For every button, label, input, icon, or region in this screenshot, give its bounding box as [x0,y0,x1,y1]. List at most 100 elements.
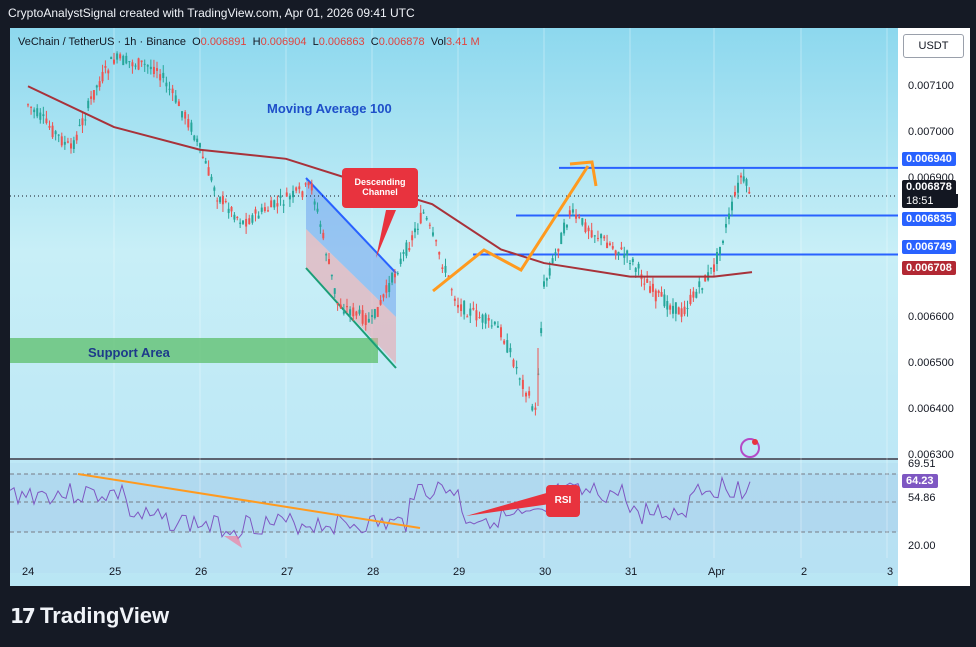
candle-body [663,294,666,307]
candle-body [27,104,29,106]
candle-body [313,201,316,205]
candle-body [345,306,348,308]
candle-body [606,242,609,249]
level-high-label: 0.006940 [902,152,956,166]
candle-body [734,191,736,196]
candle-body [116,53,119,60]
currency-button[interactable]: USDT [903,34,964,58]
candle-body [543,281,545,287]
candle-body [603,236,606,239]
candle-body [282,204,285,206]
candle-body [563,222,566,234]
candle-body [107,70,110,74]
candle-body [584,222,587,233]
candle-body [500,327,502,338]
candle-body [292,190,295,198]
candle-body [419,212,422,224]
candle-body [216,200,219,202]
rsi-tick: 20.00 [908,540,936,552]
candle-body [677,307,680,315]
candle-body [322,232,325,239]
price-axis[interactable]: 0.007100 0.007000 0.006900 0.006600 0.00… [902,28,970,586]
candle-body [466,316,469,318]
candle-body [629,263,631,265]
candle-body [233,214,236,220]
low-value: 0.006863 [318,36,365,48]
candle-body [545,278,548,281]
candle-body [260,207,263,212]
candle-body [560,232,563,245]
candle-body [174,95,177,103]
candle-body [204,160,207,164]
candle-body [361,310,364,324]
candle-body [453,298,456,301]
volume-label: Vol [430,36,447,48]
candle-body [72,140,75,150]
candle-body [428,224,431,226]
candle-body [349,309,352,316]
candle-body [39,112,42,120]
support-area-annotation: Support Area [88,345,170,360]
current-price-label: 0.006878 [902,180,956,194]
candle-body [230,207,233,212]
time-tick-30: 30 [539,566,552,578]
level-mid-label: 0.006835 [902,212,956,226]
candle-body [51,125,54,138]
candle-body [137,58,140,70]
candle-body [701,288,704,290]
candle-body [156,68,158,71]
candle-body [528,391,531,396]
candle-body [487,317,490,321]
candle-body [654,290,657,302]
candle-body [70,143,72,149]
rsi-band [10,474,898,532]
candle-body [87,100,90,109]
candle-body [248,218,251,225]
candle-body [649,286,652,293]
candle-body [279,195,282,198]
candle-body [224,200,227,203]
candle-body [396,273,399,275]
candle-body [273,200,276,208]
candle-body [92,90,95,100]
candle-body [146,65,149,67]
level-low-label: 0.006749 [902,240,956,254]
candle-body [643,283,646,285]
candle-body [575,214,578,219]
plot-area[interactable]: VeChain / TetherUS · 1h · Binance O0.006… [10,28,898,586]
support-area-box [10,338,378,363]
candle-body [686,308,689,310]
candle-body [242,220,244,224]
candle-body [119,54,122,59]
candle-body [104,66,107,68]
candle-body [371,315,373,317]
tv-logo-text: TradingView [39,603,170,628]
candle-body [698,281,701,288]
candle-body [484,314,487,324]
candle-body [48,125,51,128]
candle-body [171,88,174,94]
open-label: O [192,36,201,48]
candle-body [177,101,180,107]
candle-body [571,209,574,213]
candle-body [30,106,33,108]
candle-body [310,183,313,191]
candle-body [431,232,434,236]
candle-body [748,191,751,194]
candle-body [227,208,230,214]
time-tick-24: 24 [22,566,35,578]
candle-body [245,218,248,227]
candle-body [382,294,385,298]
candle-body [36,108,39,117]
candle-body [364,315,367,325]
chart-area[interactable]: VeChain / TetherUS · 1h · Binance O0.006… [10,28,970,586]
candle-body [328,259,330,264]
candle-body [78,124,81,126]
candle-body [304,183,307,185]
candle-body [460,304,463,312]
candle-body [634,268,637,272]
rsi-tick: 54.86 [908,492,936,504]
candle-body [617,251,620,256]
candle-body [134,65,137,67]
candle-body [33,109,36,113]
